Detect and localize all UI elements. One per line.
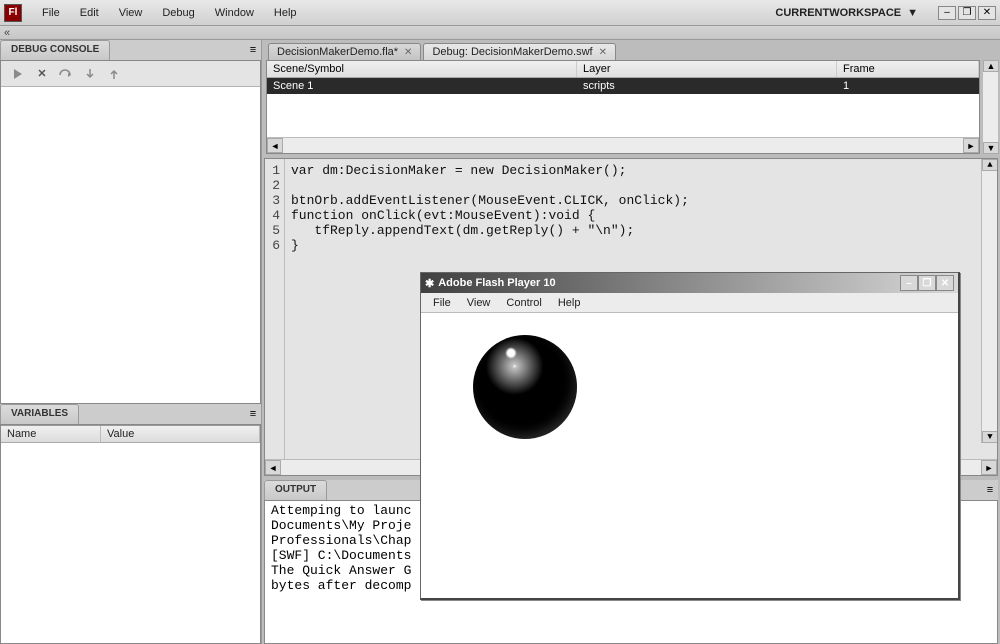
code-vscrollbar[interactable]: ▲ ▼: [981, 159, 997, 443]
scene-cell-frame: 1: [837, 78, 979, 94]
restore-button[interactable]: ❐: [918, 275, 936, 291]
debug-toolbar: ✕: [1, 61, 260, 87]
scene-cell-layer: scripts: [577, 78, 837, 94]
scene-vscrollbar[interactable]: ▲ ▼: [982, 60, 998, 154]
code-gutter: 123456: [265, 159, 285, 459]
debug-console-body: ✕: [0, 60, 261, 404]
scene-col-frame[interactable]: Frame: [837, 61, 979, 77]
orb-button[interactable]: [473, 335, 577, 439]
close-button[interactable]: ✕: [978, 6, 996, 20]
scroll-left-icon[interactable]: ◄: [267, 138, 283, 153]
tab-fla[interactable]: DecisionMakerDemo.fla* ✕: [268, 43, 421, 60]
minimize-button[interactable]: –: [900, 275, 918, 291]
panel-collapse-strip[interactable]: «: [0, 26, 1000, 40]
menu-view[interactable]: View: [109, 3, 153, 23]
orb-highlight: [505, 347, 517, 359]
menu-edit[interactable]: Edit: [70, 3, 109, 23]
scroll-down-icon[interactable]: ▼: [982, 431, 997, 443]
variables-col-name[interactable]: Name: [1, 426, 101, 442]
restore-button[interactable]: ❐: [958, 6, 976, 20]
flash-player-window-controls: – ❐ ✕: [900, 275, 954, 291]
close-icon[interactable]: ✕: [599, 47, 607, 58]
fp-menu-view[interactable]: View: [459, 295, 499, 311]
step-over-icon[interactable]: [57, 65, 75, 83]
menubar: Fl File Edit View Debug Window Help CURR…: [0, 0, 1000, 26]
scroll-track[interactable]: [982, 171, 997, 431]
tab-swf-debug[interactable]: Debug: DecisionMakerDemo.swf ✕: [423, 43, 616, 60]
flash-player-menubar: File View Control Help: [421, 293, 958, 313]
debug-console-tab-strip: DEBUG CONSOLE ≡: [0, 40, 261, 60]
fp-menu-file[interactable]: File: [425, 295, 459, 311]
tab-label: DecisionMakerDemo.fla*: [277, 46, 398, 58]
collapse-icon: «: [4, 27, 10, 39]
scroll-track[interactable]: [983, 72, 998, 142]
variables-header: Name Value: [1, 425, 260, 443]
stop-debug-icon[interactable]: ✕: [33, 65, 51, 83]
flash-player-window[interactable]: ✱ Adobe Flash Player 10 – ❐ ✕ File View …: [420, 272, 960, 600]
scene-panel: Scene/Symbol Layer Frame Scene 1 scripts…: [266, 60, 980, 154]
app-icon: Fl: [4, 4, 22, 22]
flash-player-icon: ✱: [425, 277, 434, 290]
scroll-up-icon[interactable]: ▲: [983, 60, 999, 72]
menu-debug[interactable]: Debug: [152, 3, 204, 23]
fp-menu-help[interactable]: Help: [550, 295, 589, 311]
tab-label: Debug: DecisionMakerDemo.swf: [432, 46, 592, 58]
menu-file[interactable]: File: [32, 3, 70, 23]
close-icon[interactable]: ✕: [404, 47, 412, 58]
step-in-icon[interactable]: [81, 65, 99, 83]
variables-tab[interactable]: VARIABLES: [0, 404, 79, 424]
debug-console-tab[interactable]: DEBUG CONSOLE: [0, 40, 110, 60]
left-panels: DEBUG CONSOLE ≡ ✕ VA: [0, 40, 262, 644]
chevron-down-icon: ▼: [907, 7, 918, 19]
panel-options-icon[interactable]: ≡: [982, 480, 998, 500]
variables-body: Name Value: [0, 424, 261, 644]
panel-options-icon[interactable]: ≡: [245, 40, 261, 60]
scroll-track[interactable]: [283, 138, 963, 153]
app-window-controls: – ❐ ✕: [938, 6, 996, 20]
flash-player-title: Adobe Flash Player 10: [438, 277, 555, 289]
scroll-up-icon[interactable]: ▲: [982, 159, 997, 171]
workspace-label: CURRENTWORKSPACE: [775, 7, 901, 19]
menu-help[interactable]: Help: [264, 3, 307, 23]
scene-cell-scene: Scene 1: [267, 78, 577, 94]
step-out-icon[interactable]: [105, 65, 123, 83]
scroll-right-icon[interactable]: ►: [981, 460, 997, 475]
continue-icon[interactable]: [9, 65, 27, 83]
flash-player-titlebar[interactable]: ✱ Adobe Flash Player 10 – ❐ ✕: [421, 273, 958, 293]
scroll-right-icon[interactable]: ►: [963, 138, 979, 153]
scene-hscrollbar[interactable]: ◄ ►: [267, 137, 979, 153]
output-tab[interactable]: OUTPUT: [264, 480, 327, 500]
document-tabs: DecisionMakerDemo.fla* ✕ Debug: Decision…: [262, 40, 1000, 60]
variables-col-value[interactable]: Value: [101, 426, 260, 442]
variables-tab-strip: VARIABLES ≡: [0, 404, 261, 424]
workspace-selector[interactable]: CURRENTWORKSPACE ▼: [765, 5, 928, 21]
scene-col-layer[interactable]: Layer: [577, 61, 837, 77]
scene-header: Scene/Symbol Layer Frame: [267, 61, 979, 78]
fp-menu-control[interactable]: Control: [498, 295, 549, 311]
variables-panel: VARIABLES ≡ Name Value: [0, 404, 261, 644]
minimize-button[interactable]: –: [938, 6, 956, 20]
scene-col-scene[interactable]: Scene/Symbol: [267, 61, 577, 77]
scene-row[interactable]: Scene 1 scripts 1: [267, 78, 979, 94]
panel-options-icon[interactable]: ≡: [245, 404, 261, 424]
flash-player-stage[interactable]: [421, 313, 958, 598]
close-button[interactable]: ✕: [936, 275, 954, 291]
scroll-down-icon[interactable]: ▼: [983, 142, 999, 154]
menu-window[interactable]: Window: [205, 3, 264, 23]
scroll-left-icon[interactable]: ◄: [265, 460, 281, 475]
